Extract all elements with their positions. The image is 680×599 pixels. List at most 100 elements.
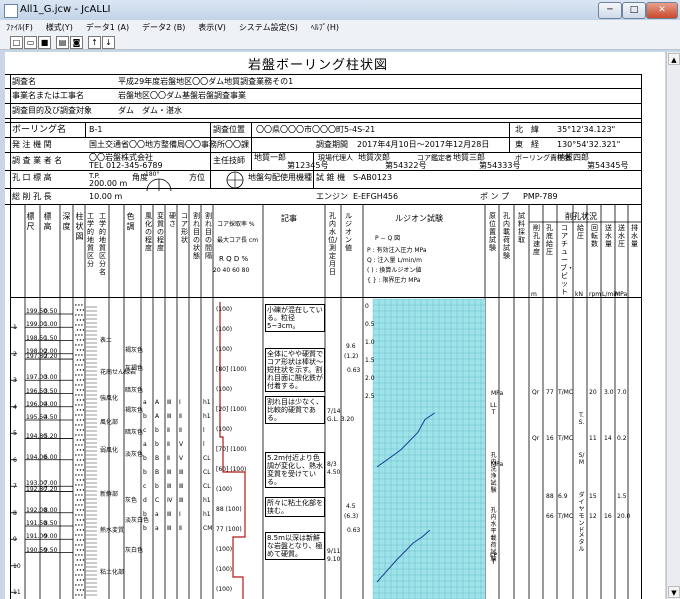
pattern-dot [78, 424, 80, 426]
pattern-dot [82, 579, 85, 581]
kiji-note: 割れ目は少なく、比較的硬質である。 [265, 396, 325, 424]
pattern-dot [81, 534, 83, 536]
scale-mark: 4 [13, 403, 17, 411]
shikicho-cell: 褐灰色 [125, 407, 144, 414]
kiji-note: 所々に粘土化部を挟む。 [265, 497, 325, 517]
pattern-dot [82, 539, 85, 541]
depth-cell: 9.00 [44, 533, 58, 541]
code-cell: Ⅲ [179, 497, 184, 504]
pattern-dot [76, 449, 79, 451]
sakko-rpm: 15 [589, 493, 597, 500]
code-cell: l [203, 441, 205, 448]
code-cell: h1 [203, 399, 211, 406]
pq-tick: 2.0 [365, 375, 375, 382]
menu-view[interactable]: 表示(V) [198, 20, 226, 35]
depth-cell: 8.00 [44, 506, 58, 514]
depth-cell: 1.50 [44, 334, 58, 342]
print-icon[interactable]: ▤ [56, 36, 69, 49]
open-folder-icon[interactable]: ▭ [24, 36, 37, 49]
scale-mark: 9 [13, 536, 17, 544]
pattern-dot [78, 474, 80, 476]
vertical-scrollbar[interactable]: ▲ ▼ [666, 52, 680, 599]
pattern-dot [78, 394, 80, 396]
pattern-dot [76, 459, 79, 461]
code-cell: A [155, 399, 160, 406]
shikicho-cell: 灰褐色 [125, 365, 144, 372]
kiji-note: 小礫が混在している。粒径5~3cm。 [265, 304, 325, 332]
pattern-dot [82, 409, 85, 411]
sakko-rpm: 12 [589, 513, 597, 520]
pattern-dot [78, 494, 80, 496]
pattern-dot [75, 464, 77, 466]
code-cell: h1 [203, 511, 211, 518]
pattern-dot [82, 339, 85, 341]
pattern-dot [76, 499, 79, 501]
pattern-dot [81, 404, 83, 406]
menu-help[interactable]: ﾍﾙﾌﾟ(H) [311, 20, 339, 35]
close-button[interactable]: ✕ [646, 2, 678, 19]
code-cell: Ⅱ [179, 413, 182, 420]
menu-file[interactable]: ﾌｧｲﾙ(F) [6, 20, 33, 35]
pattern-dot [75, 584, 77, 586]
core-recovery-label: (100) [216, 586, 233, 593]
code-cell: b [155, 441, 159, 448]
scroll-down-icon[interactable]: ▼ [668, 586, 680, 598]
pattern-dot [81, 434, 83, 436]
menu-data1[interactable]: データ1 (A) [86, 20, 129, 35]
print-preview-icon[interactable]: ◙ [70, 36, 83, 49]
code-cell: V [179, 455, 184, 462]
menu-settings[interactable]: システム設定(S) [239, 20, 298, 35]
menu-format[interactable]: 様式(Y) [46, 20, 73, 35]
sakko-pressure: 16 [546, 435, 554, 442]
pattern-dot [75, 344, 77, 346]
pq-tick: 2.5 [365, 393, 375, 400]
pattern-dot [81, 484, 83, 486]
pattern-dot [81, 444, 83, 446]
pattern-dot [78, 304, 80, 306]
pattern-dot [75, 394, 77, 396]
code-cell: CL [203, 469, 211, 476]
pattern-dot [78, 444, 80, 446]
maximize-button[interactable]: □ [622, 2, 646, 19]
pattern-dot [79, 349, 82, 351]
pattern-dot [75, 434, 77, 436]
sakko-pressure: 77 [546, 389, 554, 396]
arrow-up-icon[interactable]: ↑ [88, 36, 101, 49]
pattern-dot [75, 544, 77, 546]
minimize-button[interactable]: ─ [598, 2, 622, 19]
pattern-dot [79, 409, 82, 411]
pattern-dot [82, 489, 85, 491]
pattern-dot [76, 349, 79, 351]
pattern-dot [75, 484, 77, 486]
pattern-dot [82, 569, 85, 571]
kiji-note: 5.2m付近より色調が変化し、熱水変質を受けている。 [265, 452, 325, 488]
pattern-dot [81, 354, 83, 356]
kiji-note: 全体にやや硬質でコア形状は棒状～短柱状を示す。割れ目面に酸化鉄が付着する。 [265, 348, 325, 392]
genichi-unit: MPa [491, 461, 504, 468]
depth-cell: 8.50 [44, 520, 58, 527]
scale-mark: 5 [13, 430, 17, 438]
pattern-dot [82, 379, 85, 381]
code-cell: a [155, 525, 159, 532]
core-recovery-label: [60] (100) [216, 466, 247, 473]
geology-label: 弱風化 [100, 447, 119, 454]
pattern-dot [81, 474, 83, 476]
window-titlebar: All1_G.jcw - JcALLI ─ □ ✕ [0, 0, 680, 21]
pattern-dot [81, 394, 83, 396]
menu-data2[interactable]: データ2 (B) [142, 20, 185, 35]
arrow-down-icon[interactable]: ↓ [102, 36, 115, 49]
sakko-speed: Qr [532, 389, 540, 396]
code-cell: B [155, 455, 160, 462]
pattern-dot [81, 594, 83, 596]
save-icon[interactable]: ■ [38, 36, 51, 49]
pattern-dot [81, 384, 83, 386]
pattern-dot [82, 419, 85, 421]
code-cell: a [143, 441, 147, 448]
pattern-dot [76, 549, 79, 551]
scale-mark: 2 [13, 350, 17, 358]
code-cell: Ⅱ [167, 455, 170, 462]
pattern-dot [76, 519, 79, 521]
pattern-dot [76, 479, 79, 481]
new-file-icon[interactable]: □ [10, 36, 23, 49]
scroll-up-icon[interactable]: ▲ [668, 53, 680, 65]
